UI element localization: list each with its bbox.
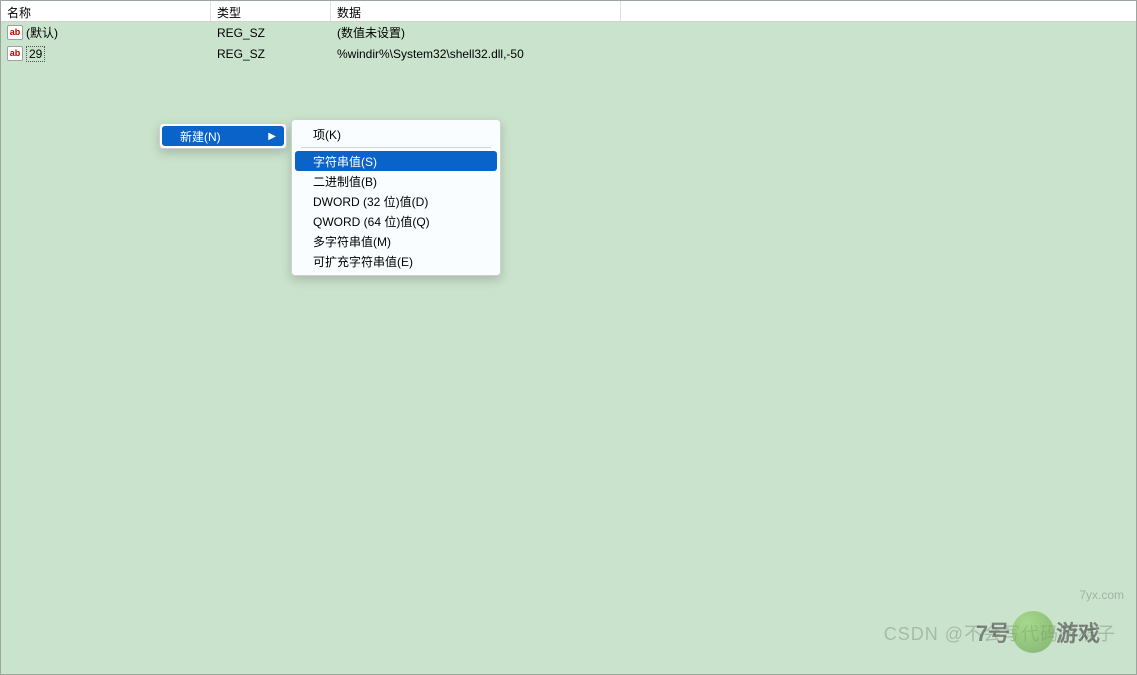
table-row[interactable]: ab29 REG_SZ%windir%\System32\shell32.dll,… bbox=[1, 43, 1136, 64]
menu-item[interactable]: 字符串值(S) bbox=[295, 151, 497, 171]
watermark-url: 7yx.com bbox=[1079, 588, 1124, 602]
menu-item[interactable]: QWORD (64 位)值(Q) bbox=[295, 211, 497, 231]
context-menu[interactable]: 新建(N)▶ bbox=[159, 123, 287, 149]
values-list[interactable]: ab(默认) REG_SZ(数值未设置) ab29 REG_SZ%windir%\Sy… bbox=[1, 22, 1136, 64]
column-header-data[interactable]: 数据 bbox=[331, 1, 621, 21]
menu-separator bbox=[301, 147, 491, 148]
menu-item-new[interactable]: 新建(N)▶ bbox=[162, 126, 284, 146]
value-type: REG_SZ bbox=[211, 46, 331, 62]
column-header-row: 名称 类型 数据 bbox=[1, 1, 1136, 22]
globe-icon bbox=[1012, 611, 1054, 653]
watermark-site: 7yx.com 7号 游戏 bbox=[948, 592, 1128, 672]
value-data: %windir%\System32\shell32.dll,-50 bbox=[331, 46, 1136, 62]
menu-item[interactable]: 多字符串值(M) bbox=[295, 231, 497, 251]
watermark-brand-right: 游戏 bbox=[1056, 616, 1100, 648]
string-value-icon: ab bbox=[7, 25, 23, 40]
menu-item[interactable]: 二进制值(B) bbox=[295, 171, 497, 191]
watermark-brand-left: 7号 bbox=[976, 616, 1010, 648]
value-type: REG_SZ bbox=[211, 25, 331, 41]
table-row[interactable]: ab(默认) REG_SZ(数值未设置) bbox=[1, 22, 1136, 43]
context-submenu-new[interactable]: 项(K) 字符串值(S)二进制值(B)DWORD (32 位)值(D)QWORD … bbox=[291, 119, 501, 276]
menu-item[interactable]: 可扩充字符串值(E) bbox=[295, 251, 497, 271]
menu-item[interactable]: DWORD (32 位)值(D) bbox=[295, 191, 497, 211]
value-data: (数值未设置) bbox=[331, 23, 1136, 42]
menu-item[interactable]: 项(K) bbox=[295, 124, 497, 144]
string-value-icon: ab bbox=[7, 46, 23, 61]
chevron-right-icon: ▶ bbox=[268, 131, 276, 142]
column-header-name[interactable]: 名称 bbox=[1, 1, 211, 21]
value-name: 29 bbox=[26, 46, 45, 62]
column-header-type[interactable]: 类型 bbox=[211, 1, 331, 21]
value-name: (默认) bbox=[26, 24, 58, 41]
